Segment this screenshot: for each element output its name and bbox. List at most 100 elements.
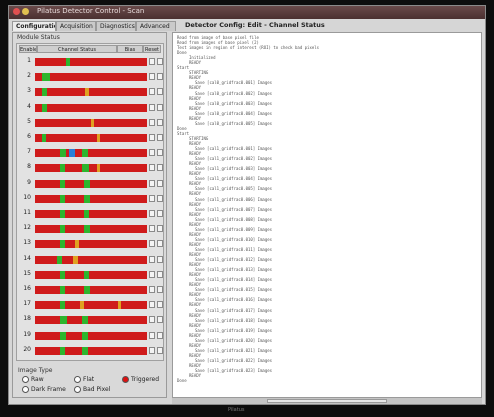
bias-button[interactable] <box>149 73 155 81</box>
channel-row[interactable]: 20 <box>17 344 163 358</box>
radio-triggered[interactable]: Triggered <box>122 376 159 383</box>
channel-row[interactable]: 18 <box>17 313 163 327</box>
radio-raw[interactable]: Raw <box>22 376 44 383</box>
channel-status-bar[interactable] <box>35 240 147 249</box>
channel-status-bar[interactable] <box>35 88 147 97</box>
channel-status-bar[interactable] <box>35 73 147 82</box>
channel-row[interactable]: 5 <box>17 116 163 130</box>
channel-status-bar[interactable] <box>35 164 147 173</box>
reset-button[interactable] <box>157 58 163 65</box>
minimize-icon[interactable] <box>22 8 29 15</box>
close-icon[interactable] <box>13 8 20 15</box>
channel-row[interactable]: 1 <box>17 55 163 69</box>
channel-status-bar[interactable] <box>35 316 147 325</box>
reset-button[interactable] <box>157 210 163 217</box>
channel-row[interactable]: 14 <box>17 253 163 267</box>
channel-status-bar[interactable] <box>35 225 147 234</box>
channel-status-bar[interactable] <box>35 286 147 294</box>
channel-row[interactable]: 3 <box>17 85 163 99</box>
reset-button[interactable] <box>157 179 163 187</box>
bias-button[interactable] <box>149 316 155 324</box>
channel-row[interactable]: 16 <box>17 283 163 297</box>
tab-advanced[interactable]: Advanced <box>136 21 176 31</box>
reset-button[interactable] <box>157 149 163 157</box>
tab-acquisition[interactable]: Acquisition <box>56 21 96 31</box>
channel-status-bar[interactable] <box>35 270 147 279</box>
bias-button[interactable] <box>149 301 155 309</box>
channel-status-bar[interactable] <box>35 134 147 142</box>
channel-status-bar[interactable] <box>35 149 147 158</box>
channel-row[interactable]: 9 <box>17 177 163 191</box>
reset-button[interactable] <box>157 255 163 263</box>
scrollbar-thumb[interactable] <box>267 399 387 403</box>
bias-button[interactable] <box>149 103 155 111</box>
bias-button[interactable] <box>149 179 155 187</box>
reset-button[interactable] <box>157 301 163 309</box>
channel-row[interactable]: 19 <box>17 329 163 343</box>
channel-status-bar[interactable] <box>35 346 147 355</box>
bias-button[interactable] <box>149 164 155 172</box>
reset-button[interactable] <box>157 240 163 248</box>
channel-row[interactable]: 8 <box>17 161 163 175</box>
channel-row[interactable]: 10 <box>17 192 163 206</box>
bias-button[interactable] <box>149 240 155 248</box>
reset-button[interactable] <box>157 286 163 293</box>
channel-status-bar[interactable] <box>35 255 147 264</box>
bias-button[interactable] <box>149 194 155 202</box>
bias-button[interactable] <box>149 118 155 126</box>
channel-status-bar[interactable] <box>35 58 147 66</box>
radio-flat[interactable]: Flat <box>74 376 94 383</box>
channel-row[interactable]: 13 <box>17 237 163 251</box>
channel-row[interactable]: 2 <box>17 70 163 84</box>
column-header-enable[interactable]: Enable <box>19 45 37 53</box>
bias-button[interactable] <box>149 286 155 293</box>
bias-button[interactable] <box>149 134 155 141</box>
reset-button[interactable] <box>157 331 163 339</box>
reset-button[interactable] <box>157 73 163 81</box>
reset-button[interactable] <box>157 164 163 172</box>
radio-bad-pixel[interactable]: Bad Pixel <box>74 386 110 393</box>
reset-button[interactable] <box>157 316 163 324</box>
radio-dark-frame[interactable]: Dark Frame <box>22 386 66 393</box>
channel-row[interactable]: 11 <box>17 207 163 221</box>
channel-status-bar[interactable] <box>35 194 147 203</box>
column-header-bias[interactable]: Bias <box>117 45 143 53</box>
reset-button[interactable] <box>157 225 163 233</box>
channel-status-bar[interactable] <box>35 331 147 340</box>
column-header-channel-status[interactable]: Channel Status <box>37 45 117 53</box>
reset-button[interactable] <box>157 270 163 278</box>
channel-row[interactable]: 6 <box>17 131 163 145</box>
status-segment <box>85 88 89 97</box>
reset-button[interactable] <box>157 134 163 141</box>
channel-row[interactable]: 12 <box>17 222 163 236</box>
bias-button[interactable] <box>149 270 155 278</box>
reset-button[interactable] <box>157 103 163 111</box>
reset-button[interactable] <box>157 346 163 354</box>
channel-status-bar[interactable] <box>35 118 147 127</box>
bias-button[interactable] <box>149 255 155 263</box>
tab-diagnostics[interactable]: Diagnostics <box>96 21 136 31</box>
reset-button[interactable] <box>157 88 163 96</box>
log-panel[interactable]: Read from image of base pixel file Read f… <box>172 32 482 398</box>
channel-status-bar[interactable] <box>35 210 147 218</box>
bias-button[interactable] <box>149 225 155 233</box>
channel-status-bar[interactable] <box>35 179 147 188</box>
bias-button[interactable] <box>149 149 155 157</box>
bias-button[interactable] <box>149 331 155 339</box>
channel-row[interactable]: 4 <box>17 101 163 115</box>
channel-status-bar[interactable] <box>35 301 147 310</box>
channel-row[interactable]: 7 <box>17 146 163 160</box>
channel-status-bar[interactable] <box>35 103 147 112</box>
channel-row[interactable]: 17 <box>17 298 163 312</box>
bias-button[interactable] <box>149 88 155 96</box>
bias-button[interactable] <box>149 58 155 65</box>
horizontal-scrollbar[interactable] <box>172 398 482 404</box>
column-header-reset[interactable]: Reset <box>143 45 161 53</box>
tab-configuration[interactable]: Configuration <box>12 21 56 31</box>
bias-button[interactable] <box>149 346 155 354</box>
channel-row[interactable]: 15 <box>17 268 163 282</box>
radio-dot-icon <box>74 386 81 393</box>
reset-button[interactable] <box>157 194 163 202</box>
bias-button[interactable] <box>149 210 155 217</box>
reset-button[interactable] <box>157 118 163 126</box>
